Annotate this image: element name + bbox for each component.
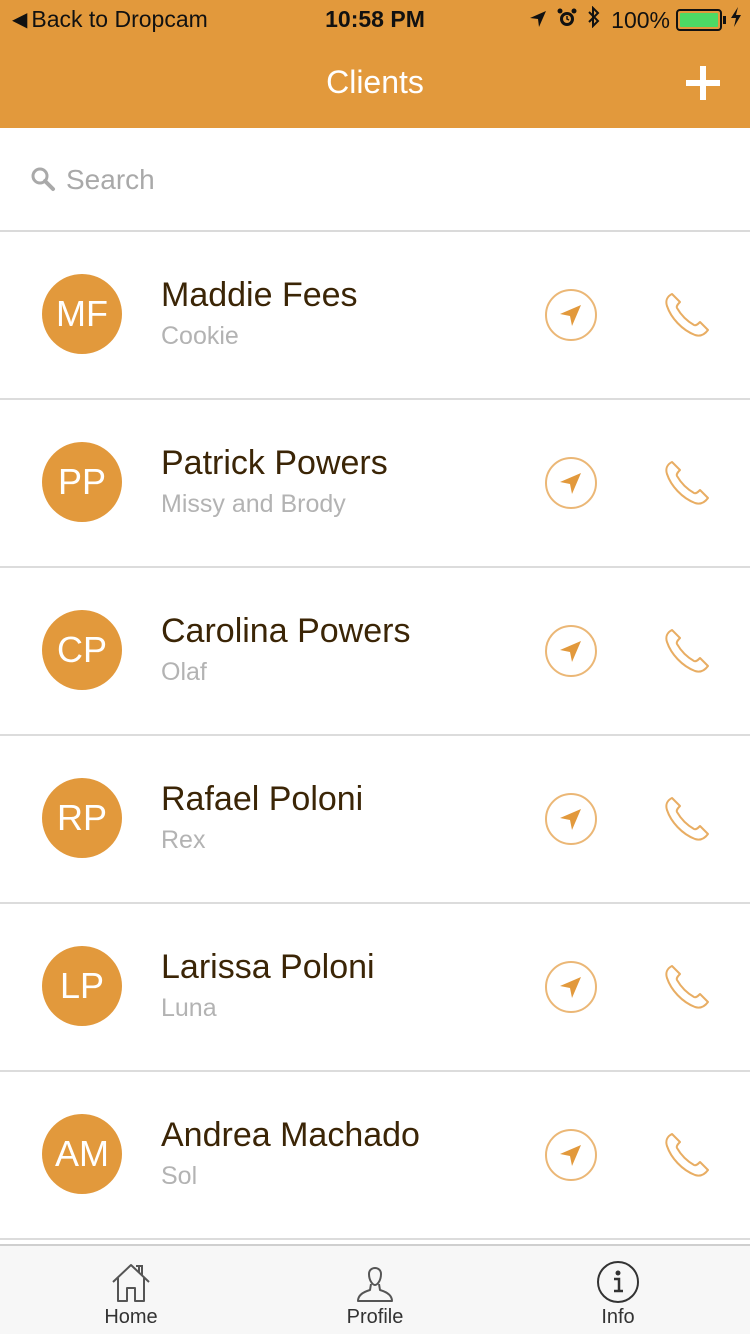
navigate-button[interactable]	[544, 960, 598, 1014]
client-avatar: RP	[42, 778, 122, 858]
back-to-app-label: Back to Dropcam	[31, 6, 208, 32]
charging-bolt-icon	[730, 7, 742, 33]
navigate-arrow-icon	[545, 625, 597, 677]
phone-icon	[665, 797, 709, 841]
navigate-button[interactable]	[544, 624, 598, 678]
client-row[interactable]: PP Patrick Powers Missy and Brody	[0, 400, 750, 568]
header-bar: ◀ Back to Dropcam 10:58 PM 100% Clients	[0, 0, 750, 128]
client-pet-name: Missy and Brody	[161, 490, 346, 518]
client-row[interactable]: CP Carolina Powers Olaf	[0, 568, 750, 736]
phone-icon	[665, 293, 709, 337]
client-row[interactable]: RP Rafael Poloni Rex	[0, 736, 750, 904]
client-name: Larissa Poloni	[161, 948, 375, 986]
call-button[interactable]	[662, 458, 712, 508]
page-title: Clients	[326, 64, 424, 100]
bluetooth-icon	[587, 5, 601, 34]
back-caret-icon: ◀	[12, 9, 28, 31]
call-button[interactable]	[662, 1130, 712, 1180]
navigate-arrow-icon	[545, 793, 597, 845]
navigate-button[interactable]	[544, 1128, 598, 1182]
battery-percent: 100%	[611, 6, 670, 33]
client-name: Andrea Machado	[161, 1116, 420, 1154]
client-pet-name: Sol	[161, 1162, 198, 1190]
client-pet-name: Olaf	[161, 658, 207, 686]
tab-profile-label: Profile	[346, 1306, 404, 1328]
client-avatar: CP	[42, 610, 122, 690]
client-avatar: PP	[42, 442, 122, 522]
client-avatar: AM	[42, 1114, 122, 1194]
phone-icon	[665, 461, 709, 505]
phone-icon	[665, 1133, 709, 1177]
back-to-app-link[interactable]: ◀ Back to Dropcam	[12, 6, 208, 33]
navigate-arrow-icon	[545, 289, 597, 341]
navigate-arrow-icon	[545, 961, 597, 1013]
search-icon	[30, 166, 56, 197]
alarm-icon	[557, 7, 577, 34]
plus-icon	[686, 66, 720, 100]
tab-home[interactable]: Home	[51, 1246, 211, 1334]
client-row[interactable]: LP Larissa Poloni Luna	[0, 904, 750, 1072]
client-pet-name: Rex	[161, 826, 206, 854]
phone-icon	[665, 965, 709, 1009]
profile-icon	[357, 1267, 393, 1302]
search-input[interactable]	[66, 156, 706, 204]
tab-bar: Home Profile Info	[0, 1244, 750, 1334]
client-pet-name: Luna	[161, 994, 217, 1022]
tab-profile[interactable]: Profile	[295, 1246, 455, 1334]
navigate-arrow-icon	[545, 1129, 597, 1181]
navigate-button[interactable]	[544, 792, 598, 846]
client-avatar: LP	[42, 946, 122, 1026]
search-bar	[0, 128, 750, 232]
call-button[interactable]	[662, 962, 712, 1012]
tab-home-label: Home	[104, 1306, 158, 1328]
navigate-arrow-icon	[545, 457, 597, 509]
navigate-button[interactable]	[544, 288, 598, 342]
home-icon	[112, 1264, 150, 1302]
client-name: Patrick Powers	[161, 444, 388, 482]
navigate-button[interactable]	[544, 456, 598, 510]
add-client-button[interactable]	[678, 58, 728, 108]
client-name: Maddie Fees	[161, 276, 358, 314]
client-row[interactable]: MF Maddie Fees Cookie	[0, 232, 750, 400]
tab-info-label: Info	[601, 1306, 635, 1328]
call-button[interactable]	[662, 626, 712, 676]
info-icon	[597, 1261, 639, 1303]
battery-icon	[676, 9, 722, 31]
battery-nub	[723, 16, 726, 24]
client-pet-name: Cookie	[161, 322, 239, 350]
status-bar: ◀ Back to Dropcam 10:58 PM 100%	[0, 0, 750, 40]
client-name: Carolina Powers	[161, 612, 411, 650]
client-row[interactable]: AM Andrea Machado Sol	[0, 1072, 750, 1240]
location-arrow-icon	[529, 7, 547, 34]
client-avatar: MF	[42, 274, 122, 354]
status-indicators: 100%	[529, 5, 742, 34]
client-name: Rafael Poloni	[161, 780, 364, 818]
client-list: MF Maddie Fees Cookie PP Patrick Powers Missy…	[0, 232, 750, 1240]
call-button[interactable]	[662, 290, 712, 340]
call-button[interactable]	[662, 794, 712, 844]
tab-info[interactable]: Info	[538, 1246, 698, 1334]
phone-icon	[665, 629, 709, 673]
